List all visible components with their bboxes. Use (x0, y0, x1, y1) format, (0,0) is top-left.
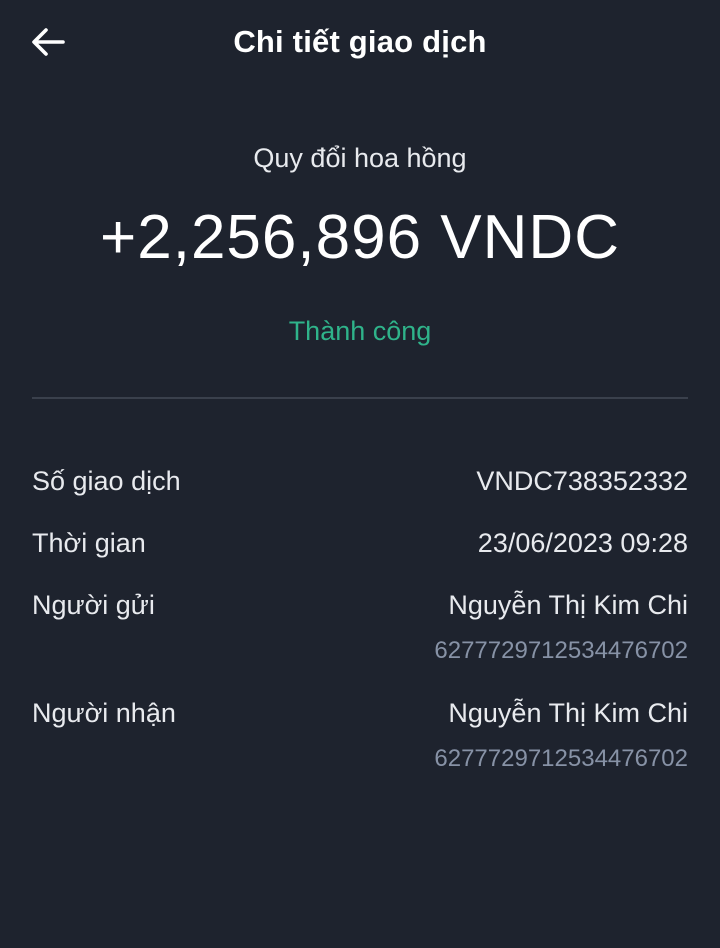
receiver-account: 6277729712534476702 (434, 745, 688, 772)
transaction-id-value: VNDC738352332 (476, 466, 688, 496)
top-bar: Chi tiết giao dịch (0, 0, 720, 84)
transaction-type: Quy đổi hoa hồng (253, 143, 467, 173)
detail-row-receiver: Người nhận Nguyễn Thị Kim Chi 6277729712… (32, 694, 688, 802)
transaction-id-label: Số giao dịch (32, 466, 181, 496)
transaction-summary: Quy đổi hoa hồng +2,256,896 VNDC Thành c… (0, 140, 720, 348)
transaction-amount: +2,256,896 VNDC (100, 203, 620, 272)
detail-row-time: Thời gian 23/06/2023 09:28 (32, 524, 688, 586)
sender-account: 6277729712534476702 (434, 637, 688, 664)
status-badge: Thành công (288, 316, 432, 346)
receiver-label: Người nhận (32, 698, 176, 728)
sender-label: Người gửi (32, 590, 155, 620)
detail-row-sender: Người gửi Nguyễn Thị Kim Chi 62777297125… (32, 586, 688, 694)
divider (32, 397, 688, 399)
time-value: 23/06/2023 09:28 (477, 528, 688, 558)
receiver-name: Nguyễn Thị Kim Chi (448, 698, 688, 728)
transaction-details: Số giao dịch VNDC738352332 Thời gian 23/… (32, 462, 688, 802)
sender-name: Nguyễn Thị Kim Chi (448, 590, 688, 620)
time-label: Thời gian (32, 528, 146, 558)
page-title: Chi tiết giao dịch (233, 24, 487, 59)
detail-row-transaction-id: Số giao dịch VNDC738352332 (32, 462, 688, 524)
